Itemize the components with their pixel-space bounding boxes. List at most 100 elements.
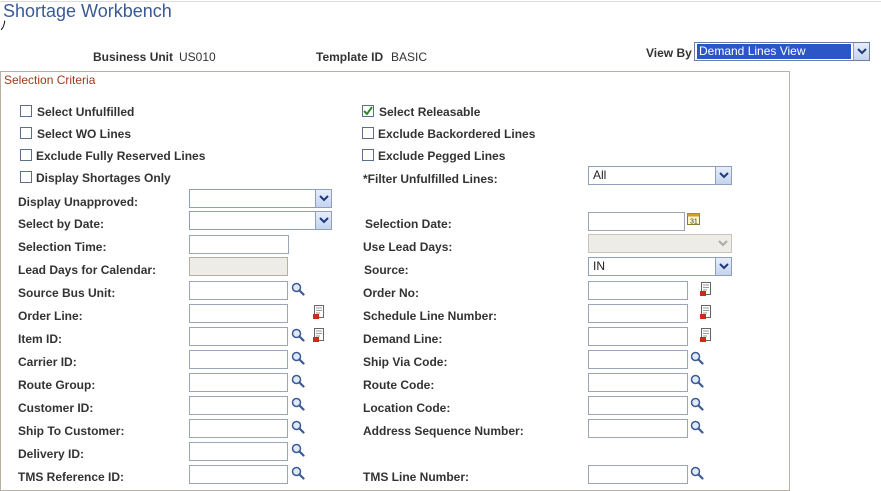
exclude-backordered-checkbox[interactable] xyxy=(362,127,374,139)
tms-reference-id-input[interactable] xyxy=(189,465,288,484)
calendar-icon[interactable]: 31 xyxy=(687,212,701,226)
filter-unfulfilled-value: All xyxy=(593,168,607,182)
magnifier-icon[interactable] xyxy=(291,443,305,457)
view-by-label: View By xyxy=(646,46,692,60)
ship-to-customer-label: Ship To Customer: xyxy=(18,424,125,438)
select-by-date-label: Select by Date: xyxy=(18,217,105,231)
exclude-fully-reserved-label: Exclude Fully Reserved Lines xyxy=(36,149,206,163)
item-id-input[interactable] xyxy=(189,327,288,346)
form-prompt-icon[interactable] xyxy=(313,305,327,319)
magnifier-icon[interactable] xyxy=(291,397,305,411)
selection-time-label: Selection Time: xyxy=(18,240,107,254)
business-unit-value: US010 xyxy=(179,50,216,64)
ship-to-customer-input[interactable] xyxy=(189,419,288,438)
chevron-down-icon[interactable] xyxy=(853,43,869,60)
route-code-label: Route Code: xyxy=(363,378,435,392)
selection-date-label: Selection Date: xyxy=(365,217,452,231)
corner-mark: ﾉ xyxy=(0,18,7,33)
check-icon xyxy=(363,106,373,116)
svg-text:31: 31 xyxy=(690,219,698,226)
order-line-label: Order Line: xyxy=(18,309,83,323)
tms-line-number-label: TMS Line Number: xyxy=(363,470,470,484)
exclude-pegged-label: Exclude Pegged Lines xyxy=(378,149,506,163)
filter-unfulfilled-select[interactable]: All xyxy=(588,166,732,185)
magnifier-icon[interactable] xyxy=(690,374,704,388)
business-unit-label: Business Unit xyxy=(93,50,174,64)
display-shortages-only-checkbox[interactable] xyxy=(20,171,32,183)
page-title: Shortage Workbench xyxy=(3,1,172,21)
schedule-line-number-label: Schedule Line Number: xyxy=(363,309,498,323)
filter-unfulfilled-label: *Filter Unfulfilled Lines: xyxy=(363,172,498,186)
route-code-input[interactable] xyxy=(588,373,688,392)
selection-date-input[interactable] xyxy=(588,212,685,231)
magnifier-icon[interactable] xyxy=(291,351,305,365)
exclude-fully-reserved-checkbox[interactable] xyxy=(20,149,32,161)
magnifier-icon[interactable] xyxy=(291,466,305,480)
delivery-id-label: Delivery ID: xyxy=(18,447,85,461)
location-code-label: Location Code: xyxy=(363,401,451,415)
select-wo-lines-label: Select WO Lines xyxy=(37,127,132,141)
view-by-selected-value: Demand Lines View xyxy=(697,44,851,59)
order-no-input[interactable] xyxy=(588,281,688,300)
display-shortages-only-label: Display Shortages Only xyxy=(36,171,171,185)
magnifier-icon[interactable] xyxy=(690,397,704,411)
chevron-down-icon[interactable] xyxy=(715,167,731,184)
customer-id-label: Customer ID: xyxy=(18,401,94,415)
form-prompt-icon[interactable] xyxy=(700,305,714,319)
route-group-input[interactable] xyxy=(189,373,288,392)
use-lead-days-label: Use Lead Days: xyxy=(363,240,453,254)
ship-via-code-label: Ship Via Code: xyxy=(363,355,448,369)
select-wo-lines-checkbox[interactable] xyxy=(20,127,32,139)
item-id-label: Item ID: xyxy=(18,332,63,346)
magnifier-icon[interactable] xyxy=(291,282,305,296)
source-bus-unit-input[interactable] xyxy=(189,281,288,300)
address-sequence-number-label: Address Sequence Number: xyxy=(363,424,524,438)
chevron-down-icon[interactable] xyxy=(315,212,331,229)
tms-line-number-input[interactable] xyxy=(588,465,688,484)
chevron-down-icon[interactable] xyxy=(315,190,331,207)
schedule-line-number-input[interactable] xyxy=(588,304,688,323)
delivery-id-input[interactable] xyxy=(189,442,288,461)
ship-via-code-input[interactable] xyxy=(588,350,688,369)
magnifier-icon[interactable] xyxy=(690,466,704,480)
display-unapproved-select[interactable] xyxy=(189,189,332,208)
use-lead-days-select xyxy=(588,234,732,253)
source-label: Source: xyxy=(364,263,409,277)
magnifier-icon[interactable] xyxy=(291,374,305,388)
carrier-id-label: Carrier ID: xyxy=(18,355,77,369)
order-line-input[interactable] xyxy=(189,304,288,323)
location-code-input[interactable] xyxy=(588,396,688,415)
source-select[interactable]: IN xyxy=(588,257,732,276)
exclude-pegged-checkbox[interactable] xyxy=(362,149,374,161)
magnifier-icon[interactable] xyxy=(690,351,704,365)
form-prompt-icon[interactable] xyxy=(313,328,327,342)
route-group-label: Route Group: xyxy=(18,378,96,392)
select-by-date-select[interactable] xyxy=(189,211,332,230)
magnifier-icon[interactable] xyxy=(690,420,704,434)
carrier-id-input[interactable] xyxy=(189,350,288,369)
customer-id-input[interactable] xyxy=(189,396,288,415)
source-value: IN xyxy=(593,259,605,273)
address-sequence-number-input[interactable] xyxy=(588,419,688,438)
select-releasable-checkbox[interactable] xyxy=(362,105,374,117)
magnifier-icon[interactable] xyxy=(291,420,305,434)
group-header xyxy=(1,72,789,89)
select-unfulfilled-label: Select Unfulfilled xyxy=(37,105,135,119)
lead-days-calendar-input xyxy=(189,257,288,276)
select-unfulfilled-checkbox[interactable] xyxy=(20,105,32,117)
magnifier-icon[interactable] xyxy=(291,328,305,342)
template-id-value: BASIC xyxy=(391,50,428,64)
chevron-down-icon[interactable] xyxy=(715,258,731,275)
exclude-backordered-label: Exclude Backordered Lines xyxy=(378,127,536,141)
selection-time-input[interactable] xyxy=(189,235,289,254)
tms-reference-id-label: TMS Reference ID: xyxy=(18,470,125,484)
form-prompt-icon[interactable] xyxy=(700,328,714,342)
form-prompt-icon[interactable] xyxy=(700,282,714,296)
chevron-down-icon xyxy=(715,235,731,252)
order-no-label: Order No: xyxy=(363,286,420,300)
select-releasable-label: Select Releasable xyxy=(379,105,481,119)
lead-days-calendar-label: Lead Days for Calendar: xyxy=(18,263,157,277)
template-id-label: Template ID xyxy=(316,50,384,64)
demand-line-input[interactable] xyxy=(588,327,688,346)
view-by-select[interactable]: Demand Lines View xyxy=(694,42,870,61)
